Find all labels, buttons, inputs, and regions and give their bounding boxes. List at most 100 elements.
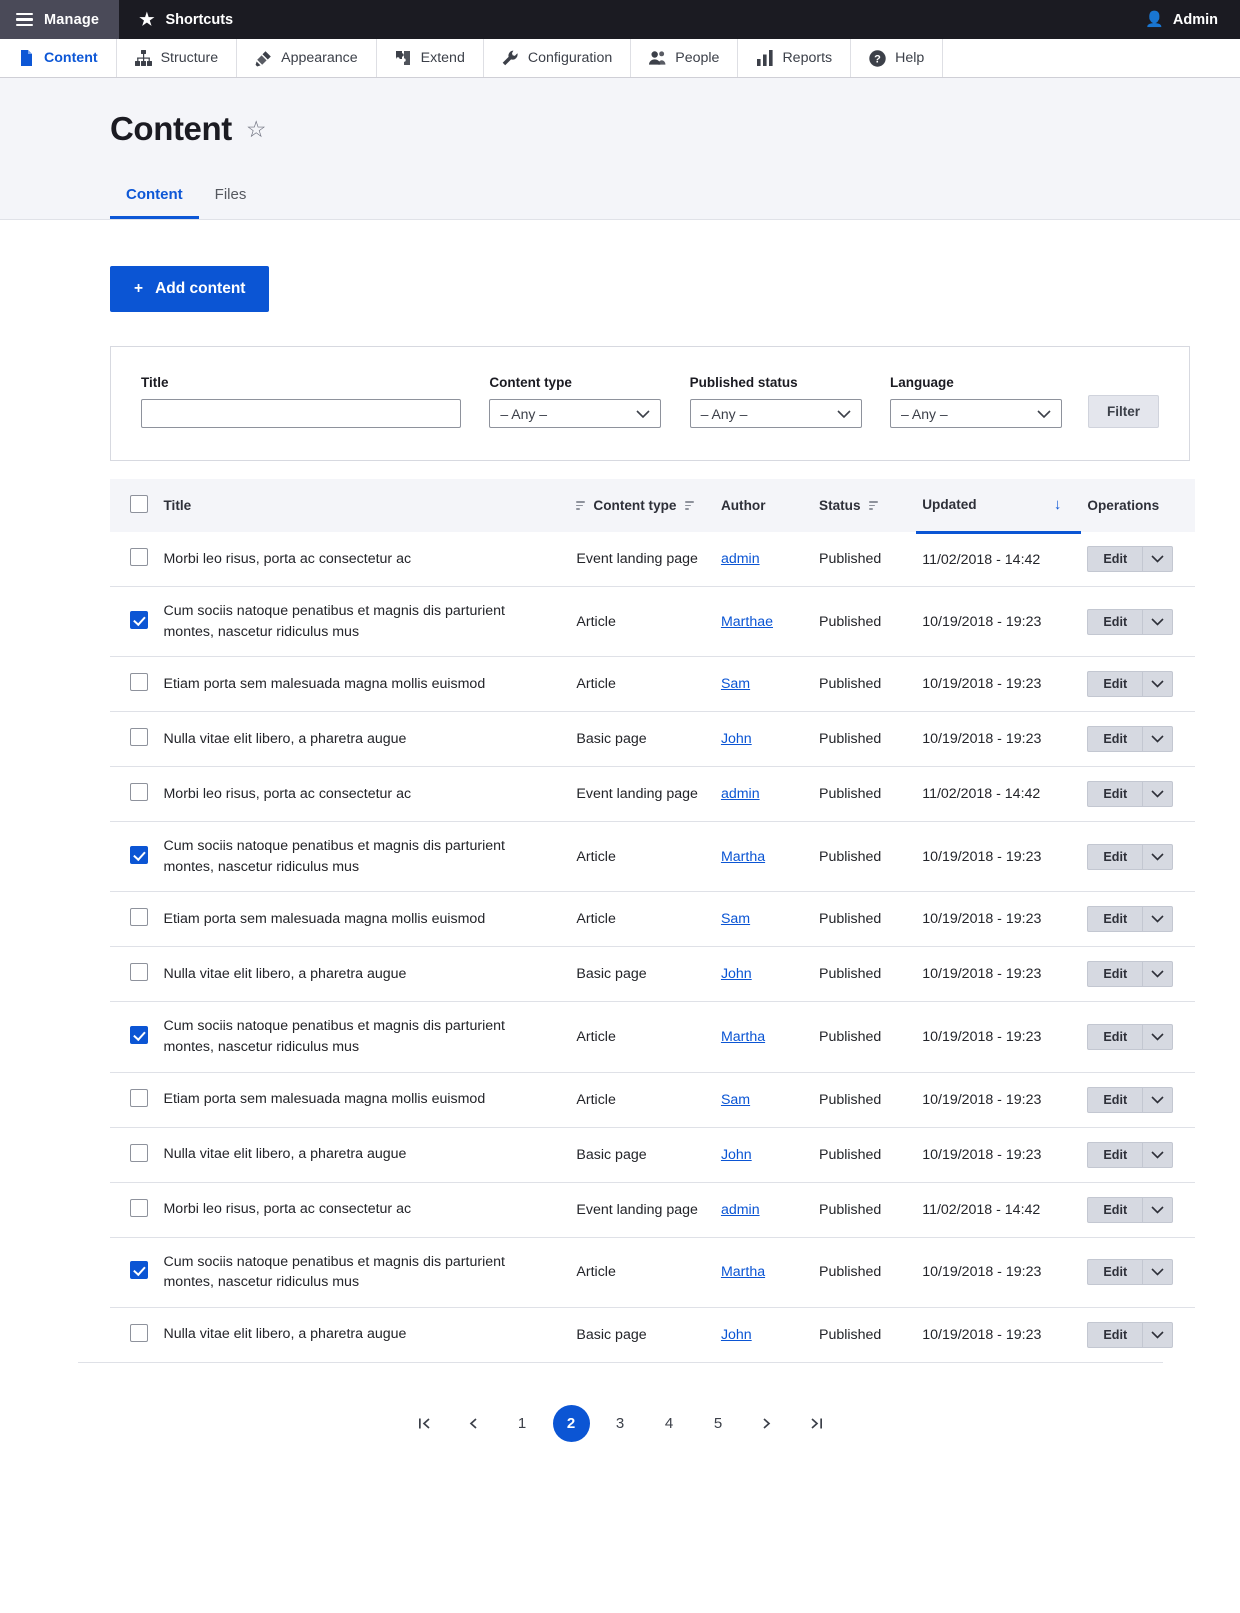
operations-dropdown-toggle[interactable]: [1142, 608, 1174, 635]
row-author-link[interactable]: John: [721, 1147, 752, 1163]
row-title[interactable]: Cum sociis natoque penatibus et magnis d…: [163, 1252, 548, 1293]
operations-dropdown-toggle[interactable]: [1142, 546, 1174, 572]
row-author-link[interactable]: Martha: [721, 849, 765, 865]
operations-dropdown-toggle[interactable]: [1142, 1321, 1174, 1348]
row-author-link[interactable]: Martha: [721, 1264, 765, 1280]
pager-page-2[interactable]: 2: [552, 1404, 590, 1442]
row-author-link[interactable]: Marthae: [721, 614, 773, 630]
row-title[interactable]: Cum sociis natoque penatibus et magnis d…: [163, 601, 548, 642]
column-status[interactable]: Status: [813, 479, 917, 532]
filter-title-input[interactable]: [141, 399, 461, 428]
operations-dropdown-toggle[interactable]: [1142, 726, 1174, 753]
menu-item-extend[interactable]: Extend: [377, 39, 484, 77]
pager-previous-button[interactable]: [455, 1405, 492, 1442]
edit-button[interactable]: Edit: [1087, 608, 1143, 635]
manage-button[interactable]: Manage: [0, 0, 120, 39]
row-title[interactable]: Cum sociis natoque penatibus et magnis d…: [163, 836, 548, 877]
row-checkbox[interactable]: [130, 963, 148, 982]
column-updated[interactable]: Updated ↓: [916, 479, 1082, 534]
sort-icon[interactable]: [868, 501, 878, 510]
column-title[interactable]: Title: [157, 479, 571, 532]
row-author-link[interactable]: John: [721, 966, 752, 982]
shortcuts-button[interactable]: ★ Shortcuts: [119, 0, 253, 39]
row-title[interactable]: Nulla vitae elit libero, a pharetra augu…: [163, 1144, 548, 1165]
tab-files[interactable]: Files: [199, 176, 263, 219]
row-checkbox[interactable]: [130, 783, 148, 802]
edit-button[interactable]: Edit: [1087, 843, 1143, 870]
filter-published-status-select[interactable]: – Any –: [689, 399, 862, 428]
operations-dropdown-toggle[interactable]: [1142, 1196, 1174, 1223]
edit-button[interactable]: Edit: [1087, 1321, 1143, 1348]
select-all-checkbox[interactable]: [130, 495, 148, 513]
filter-language-select[interactable]: – Any –: [889, 399, 1062, 428]
operations-dropdown-toggle[interactable]: [1142, 1141, 1174, 1168]
row-author-link[interactable]: admin: [721, 551, 760, 567]
edit-button[interactable]: Edit: [1087, 781, 1143, 808]
row-checkbox[interactable]: [130, 1025, 148, 1044]
pager-page-5[interactable]: 5: [700, 1405, 737, 1442]
column-author[interactable]: Author: [714, 479, 813, 532]
sort-icon[interactable]: [684, 501, 694, 510]
add-content-button[interactable]: + Add content: [110, 266, 270, 312]
row-author-link[interactable]: John: [721, 1327, 752, 1343]
row-author-link[interactable]: John: [721, 731, 752, 747]
row-checkbox[interactable]: [130, 1143, 148, 1162]
operations-dropdown-toggle[interactable]: [1142, 781, 1174, 808]
row-checkbox[interactable]: [130, 1261, 148, 1280]
row-title[interactable]: Morbi leo risus, porta ac consectetur ac: [163, 784, 548, 805]
operations-dropdown-toggle[interactable]: [1142, 1259, 1174, 1286]
menu-item-structure[interactable]: Structure: [117, 39, 238, 77]
edit-button[interactable]: Edit: [1087, 726, 1143, 753]
row-author-link[interactable]: Sam: [721, 1092, 750, 1108]
edit-button[interactable]: Edit: [1087, 961, 1143, 988]
edit-button[interactable]: Edit: [1087, 1196, 1143, 1223]
pager-next-button[interactable]: [749, 1405, 786, 1442]
menu-item-content[interactable]: Content: [0, 39, 117, 77]
row-author-link[interactable]: admin: [721, 1202, 760, 1218]
row-checkbox[interactable]: [130, 908, 148, 927]
operations-dropdown-toggle[interactable]: [1142, 843, 1174, 870]
operations-dropdown-toggle[interactable]: [1142, 1023, 1174, 1050]
row-author-link[interactable]: Sam: [721, 911, 750, 927]
row-author-link[interactable]: Martha: [721, 1029, 765, 1045]
row-title[interactable]: Etiam porta sem malesuada magna mollis e…: [163, 674, 548, 695]
row-checkbox[interactable]: [130, 1198, 148, 1217]
row-checkbox[interactable]: [130, 728, 148, 747]
operations-dropdown-toggle[interactable]: [1142, 671, 1174, 698]
edit-button[interactable]: Edit: [1087, 1259, 1143, 1286]
operations-dropdown-toggle[interactable]: [1142, 1086, 1174, 1113]
row-title[interactable]: Nulla vitae elit libero, a pharetra augu…: [163, 964, 548, 985]
operations-dropdown-toggle[interactable]: [1142, 906, 1174, 933]
pager-page-4[interactable]: 4: [651, 1405, 688, 1442]
edit-button[interactable]: Edit: [1087, 1023, 1143, 1050]
sort-icon[interactable]: [576, 501, 586, 510]
pager-last-button[interactable]: [798, 1405, 835, 1442]
edit-button[interactable]: Edit: [1087, 671, 1143, 698]
edit-button[interactable]: Edit: [1087, 546, 1143, 572]
menu-item-reports[interactable]: Reports: [738, 39, 852, 77]
row-title[interactable]: Etiam porta sem malesuada magna mollis e…: [163, 909, 548, 930]
bookmark-star-icon[interactable]: ☆: [246, 117, 267, 141]
edit-button[interactable]: Edit: [1087, 1141, 1143, 1168]
menu-item-help[interactable]: ? Help: [851, 39, 944, 77]
row-author-link[interactable]: admin: [721, 786, 760, 802]
row-title[interactable]: Cum sociis natoque penatibus et magnis d…: [163, 1016, 548, 1057]
row-checkbox[interactable]: [130, 845, 148, 864]
row-author-link[interactable]: Sam: [721, 676, 750, 692]
row-title[interactable]: Etiam porta sem malesuada magna mollis e…: [163, 1089, 548, 1110]
operations-dropdown-toggle[interactable]: [1142, 961, 1174, 988]
tab-content[interactable]: Content: [110, 176, 199, 219]
pager-page-3[interactable]: 3: [602, 1405, 639, 1442]
menu-item-configuration[interactable]: Configuration: [484, 39, 632, 77]
user-account-button[interactable]: 👤 Admin: [1135, 0, 1240, 39]
column-content-type[interactable]: Content type: [570, 479, 715, 532]
filter-submit-button[interactable]: Filter: [1087, 395, 1159, 428]
pager-page-1[interactable]: 1: [504, 1405, 541, 1442]
row-title[interactable]: Nulla vitae elit libero, a pharetra augu…: [163, 729, 548, 750]
menu-item-people[interactable]: People: [631, 39, 739, 77]
menu-item-appearance[interactable]: Appearance: [237, 39, 377, 77]
row-checkbox[interactable]: [130, 673, 148, 692]
row-title[interactable]: Morbi leo risus, porta ac consectetur ac: [163, 1199, 548, 1220]
row-title[interactable]: Morbi leo risus, porta ac consectetur ac: [163, 549, 548, 570]
row-checkbox[interactable]: [130, 1323, 148, 1342]
